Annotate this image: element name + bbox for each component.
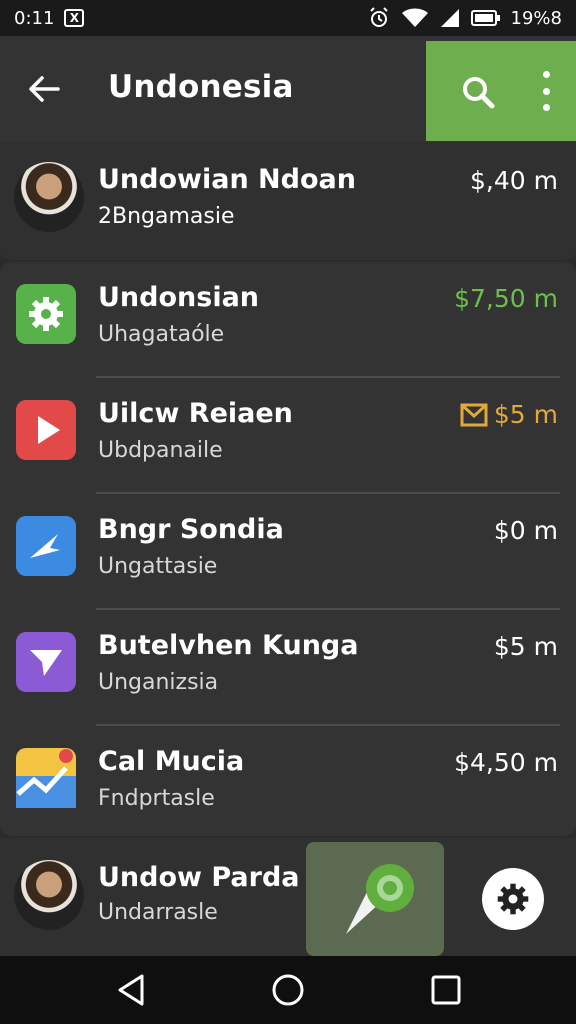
more-vert-icon[interactable] [534, 71, 558, 111]
alarm-icon [369, 7, 388, 27]
gear-icon [497, 883, 529, 915]
profile-name: Undowian Ndoan [98, 164, 356, 195]
notification-x-icon: X [64, 9, 85, 27]
app-bar: Undonesia [0, 36, 576, 142]
transaction-list: Undonsian Uhagataóle $7,50 m Uilcw Reiae… [0, 262, 576, 836]
chart-map-icon [16, 748, 76, 808]
profile-amount: $,40 m [470, 166, 558, 195]
list-item[interactable]: Undonsian Uhagataóle $7,50 m [0, 262, 576, 378]
system-nav-bar [0, 956, 576, 1024]
item-amount: $4,50 m [454, 748, 558, 777]
battery-icon [470, 10, 500, 26]
item-title: Cal Mucia [98, 746, 245, 777]
battery-text: 19%8 [510, 7, 562, 29]
map-button[interactable] [306, 842, 444, 956]
settings-button[interactable] [482, 868, 544, 930]
nav-recents-icon[interactable] [428, 972, 464, 1008]
mail-icon [460, 403, 488, 426]
search-icon[interactable] [460, 74, 496, 110]
wifi-icon [401, 8, 428, 27]
item-title: Bngr Sondia [98, 514, 284, 545]
nav-home-icon[interactable] [270, 972, 306, 1008]
nav-back-icon[interactable] [114, 972, 150, 1008]
item-title: Butelvhen Kunga [98, 630, 359, 661]
item-amount: $0 m [493, 516, 558, 545]
item-subtitle: Uhagataóle [98, 322, 225, 347]
item-subtitle: Fndprtasle [98, 786, 215, 811]
profile-card[interactable]: Undowian Ndoan 2Bngamasie $,40 m [0, 142, 576, 260]
status-bar: 0:11 X 19%8 [0, 0, 576, 36]
toolbar-actions [426, 41, 576, 141]
list-item[interactable]: Uilcw Reiaen Ubdpanaile $5 m [0, 378, 576, 494]
bottom-bar: Undow Parda Undarrasle [0, 838, 576, 956]
send-icon [16, 632, 76, 692]
item-subtitle: Unganizsia [98, 670, 219, 695]
signal-icon [440, 9, 459, 27]
map-pin-icon [346, 864, 414, 934]
bottom-subtitle: Undarrasle [98, 900, 218, 925]
play-icon [16, 400, 76, 460]
item-subtitle: Ungattasie [98, 554, 218, 579]
profile-subtitle: 2Bngamasie [98, 204, 235, 229]
item-title: Undonsian [98, 282, 260, 313]
list-item[interactable]: Bngr Sondia Ungattasie $0 m [0, 494, 576, 610]
page-title: Undonesia [108, 69, 294, 105]
item-amount: $5 m [493, 632, 558, 661]
arrow-left-icon[interactable] [24, 69, 64, 109]
item-amount: $5 m [493, 400, 558, 429]
list-item[interactable]: Cal Mucia Fndprtasle $4,50 m [0, 726, 576, 842]
status-time: 0:11 [14, 7, 55, 29]
bottom-name: Undow Parda [98, 862, 300, 893]
item-amount: $7,50 m [454, 284, 558, 313]
item-title: Uilcw Reiaen [98, 398, 293, 429]
plane-icon [16, 516, 76, 576]
list-item[interactable]: Butelvhen Kunga Unganizsia $5 m [0, 610, 576, 726]
item-subtitle: Ubdpanaile [98, 438, 223, 463]
gear-icon [16, 284, 76, 344]
avatar[interactable] [14, 860, 84, 930]
avatar [14, 162, 84, 232]
